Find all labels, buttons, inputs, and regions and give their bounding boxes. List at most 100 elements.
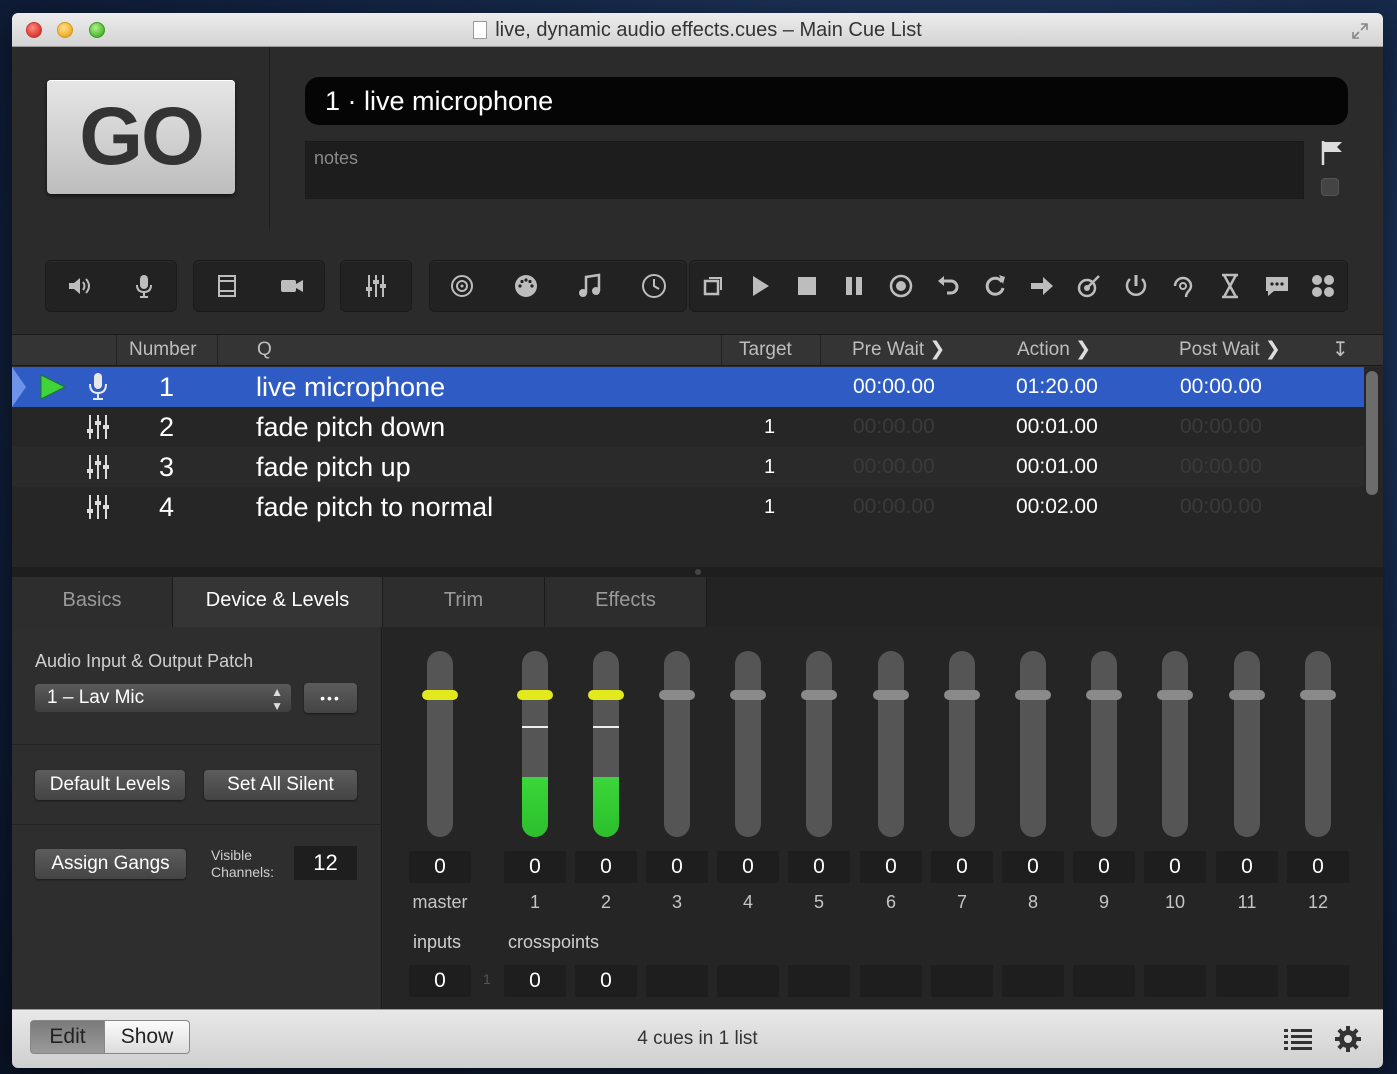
fullscreen-icon[interactable] — [1351, 22, 1369, 40]
level-value-11[interactable]: 0 — [1216, 851, 1278, 883]
fader-track-3[interactable] — [664, 651, 690, 837]
column-pre-wait[interactable]: Pre Wait ❯ — [852, 335, 945, 365]
group-cue-icon[interactable] — [698, 271, 728, 301]
column-post-wait[interactable]: Post Wait ❯ — [1179, 335, 1281, 365]
network-cue-icon[interactable] — [447, 271, 477, 301]
flag-checkbox[interactable] — [1321, 178, 1339, 196]
fader-thumb-8[interactable] — [1015, 690, 1051, 700]
list-icon[interactable] — [1284, 1026, 1312, 1052]
go-button[interactable]: GO — [47, 80, 235, 194]
tab-basics[interactable]: Basics — [12, 577, 173, 627]
level-value-master[interactable]: 0 — [409, 851, 471, 883]
video-cue-icon[interactable] — [212, 271, 242, 301]
default-levels-button[interactable]: Default Levels — [35, 770, 185, 800]
column-action[interactable]: Action ❯ — [1017, 335, 1091, 365]
memo-cue-icon[interactable] — [1262, 271, 1292, 301]
fader-thumb-4[interactable] — [730, 690, 766, 700]
patch-select[interactable]: 1 – Lav Mic ▲ ▼ — [35, 684, 291, 713]
crosspoint-field[interactable] — [860, 965, 922, 997]
fader-thumb-11[interactable] — [1229, 690, 1265, 700]
mic-cue-icon[interactable] — [129, 271, 159, 301]
crosspoint-field[interactable] — [1144, 965, 1206, 997]
fader-track-6[interactable] — [878, 651, 904, 837]
level-value-8[interactable]: 0 — [1002, 851, 1064, 883]
fader-thumb-2[interactable] — [588, 690, 624, 700]
level-value-2[interactable]: 0 — [575, 851, 637, 883]
reset-cue-icon[interactable] — [933, 271, 963, 301]
fader-track-11[interactable] — [1234, 651, 1260, 837]
goto-cue-icon[interactable] — [1027, 271, 1057, 301]
fader-track-12[interactable] — [1305, 651, 1331, 837]
cue-row[interactable]: 4 fade pitch to normal 1 00:00.00 00:02.… — [12, 487, 1364, 527]
gear-icon[interactable] — [1334, 1025, 1362, 1053]
assign-gangs-button[interactable]: Assign Gangs — [35, 849, 186, 879]
crosspoint-field[interactable]: 0 — [575, 965, 637, 997]
fader-thumb-5[interactable] — [801, 690, 837, 700]
fader-thumb-6[interactable] — [873, 690, 909, 700]
fader-track-9[interactable] — [1091, 651, 1117, 837]
visible-channels-field[interactable]: 12 — [294, 846, 357, 880]
level-value-1[interactable]: 0 — [504, 851, 566, 883]
set-all-silent-button[interactable]: Set All Silent — [204, 770, 357, 800]
level-value-10[interactable]: 0 — [1144, 851, 1206, 883]
level-value-4[interactable]: 0 — [717, 851, 779, 883]
level-value-3[interactable]: 0 — [646, 851, 708, 883]
cue-list-scrollbar[interactable] — [1366, 371, 1378, 495]
fader-track-4[interactable] — [735, 651, 761, 837]
fader-track-5[interactable] — [806, 651, 832, 837]
level-value-7[interactable]: 0 — [931, 851, 993, 883]
target-cue-icon[interactable] — [1074, 271, 1104, 301]
fader-thumb-3[interactable] — [659, 690, 695, 700]
arm-cue-icon[interactable] — [1168, 271, 1198, 301]
script-cue-icon[interactable] — [1308, 271, 1338, 301]
devamp-cue-icon[interactable] — [980, 271, 1010, 301]
tab-effects[interactable]: Effects — [545, 577, 707, 627]
level-value-12[interactable]: 0 — [1287, 851, 1349, 883]
disarm-cue-icon[interactable] — [1121, 271, 1151, 301]
music-cue-icon[interactable] — [575, 271, 605, 301]
fade-cue-icon[interactable] — [361, 271, 391, 301]
crosspoint-field[interactable] — [646, 965, 708, 997]
pause-cue-icon[interactable] — [839, 271, 869, 301]
level-value-6[interactable]: 0 — [860, 851, 922, 883]
crosspoint-field[interactable] — [788, 965, 850, 997]
tab-device-levels[interactable]: Device & Levels — [173, 577, 383, 627]
level-value-5[interactable]: 0 — [788, 851, 850, 883]
fader-thumb-master[interactable] — [422, 690, 458, 700]
level-value-9[interactable]: 0 — [1073, 851, 1135, 883]
audio-cue-icon[interactable] — [64, 271, 94, 301]
fader-thumb-9[interactable] — [1086, 690, 1122, 700]
fader-thumb-10[interactable] — [1157, 690, 1193, 700]
fader-thumb-7[interactable] — [944, 690, 980, 700]
tab-trim[interactable]: Trim — [383, 577, 545, 627]
crosspoint-field[interactable] — [1287, 965, 1349, 997]
wait-cue-icon[interactable] — [1215, 271, 1245, 301]
column-number[interactable]: Number — [129, 335, 197, 365]
crosspoint-field[interactable] — [931, 965, 993, 997]
camera-cue-icon[interactable] — [277, 271, 307, 301]
sort-down-icon[interactable]: ↧ — [1332, 335, 1349, 365]
fader-track-master[interactable] — [427, 651, 453, 837]
stop-cue-icon[interactable] — [792, 271, 822, 301]
midi-cue-icon[interactable] — [511, 271, 541, 301]
fader-track-10[interactable] — [1162, 651, 1188, 837]
fader-track-8[interactable] — [1020, 651, 1046, 837]
fader-track-7[interactable] — [949, 651, 975, 837]
timecode-cue-icon[interactable] — [639, 271, 669, 301]
column-target[interactable]: Target — [739, 335, 792, 365]
cue-row[interactable]: 3 fade pitch up 1 00:00.00 00:01.00 00:0… — [12, 447, 1364, 487]
cue-row[interactable]: 2 fade pitch down 1 00:00.00 00:01.00 00… — [12, 407, 1364, 447]
crosspoint-field[interactable] — [1073, 965, 1135, 997]
fader-thumb-1[interactable] — [517, 690, 553, 700]
pane-splitter[interactable] — [12, 567, 1383, 577]
notes-field[interactable]: notes — [305, 141, 1304, 199]
patch-more-button[interactable]: ••• — [304, 683, 357, 713]
column-q[interactable]: Q — [257, 335, 272, 365]
crosspoint-field[interactable]: 0 — [504, 965, 566, 997]
crosspoint-field[interactable] — [1002, 965, 1064, 997]
crosspoint-field[interactable] — [717, 965, 779, 997]
fader-thumb-12[interactable] — [1300, 690, 1336, 700]
input-level-field[interactable]: 0 — [409, 965, 471, 997]
crosspoint-field[interactable] — [1216, 965, 1278, 997]
cue-row[interactable]: 1 live microphone 00:00.00 01:20.00 00:0… — [12, 367, 1364, 407]
